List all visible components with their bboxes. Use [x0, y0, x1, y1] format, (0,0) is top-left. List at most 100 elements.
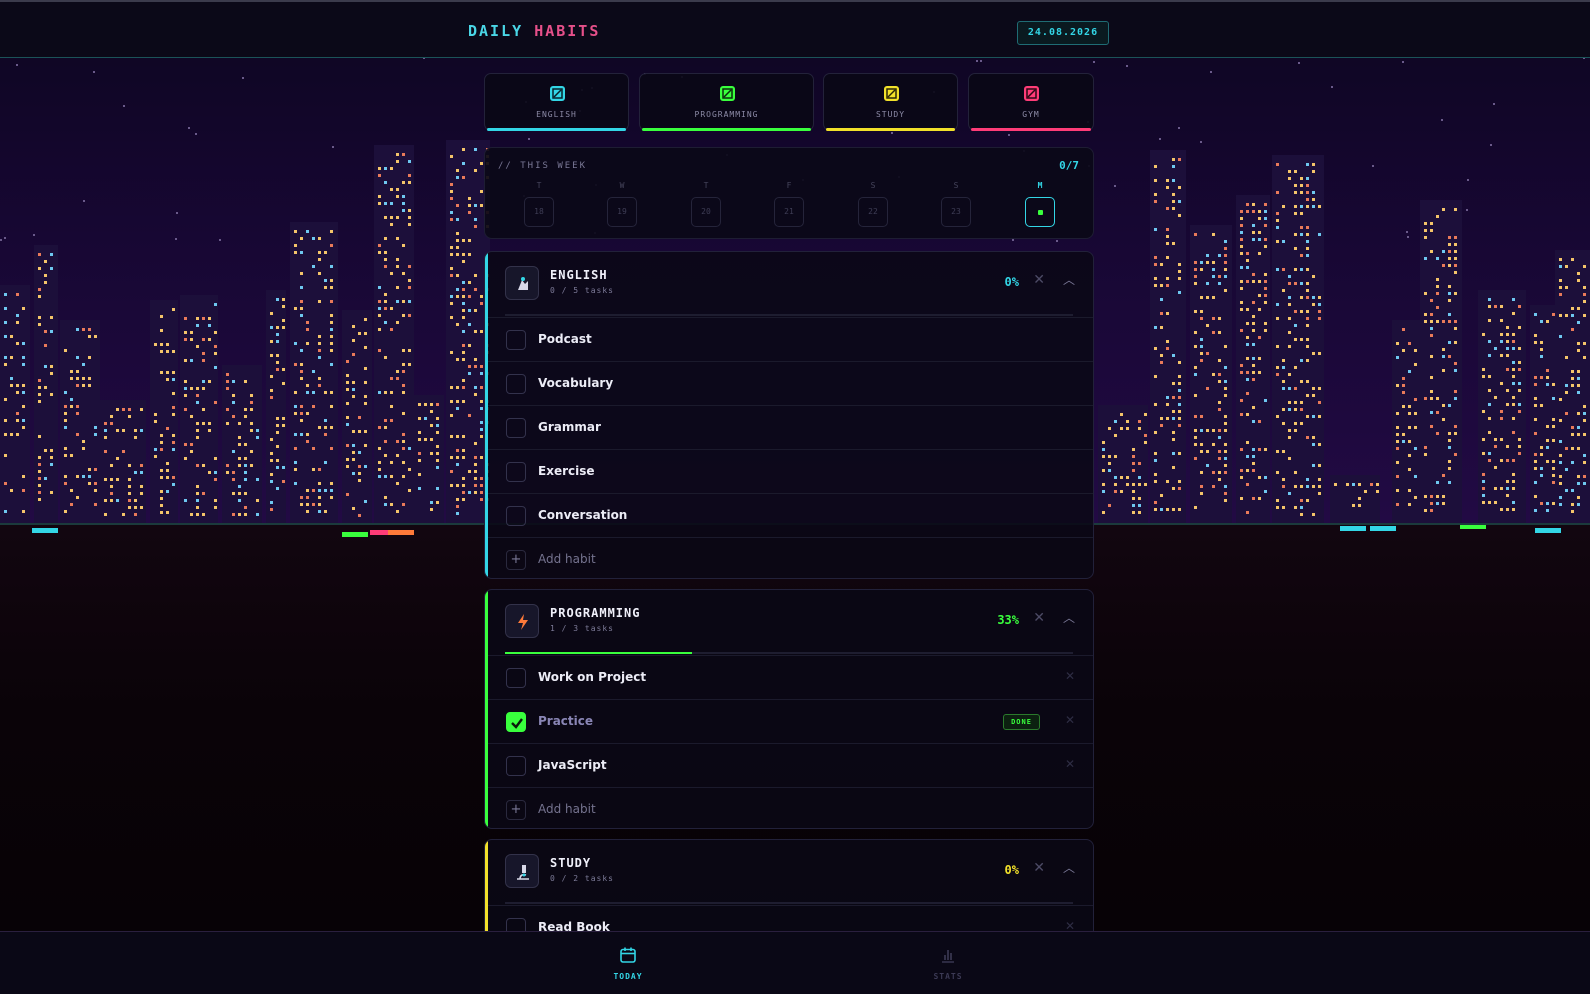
habit-row[interactable]: Work on Project ✕	[488, 655, 1093, 699]
delete-habit-icon[interactable]: ✕	[1065, 713, 1075, 727]
category-tab-study[interactable]: STUDY	[823, 73, 958, 131]
category-label: ENGLISH	[536, 110, 577, 119]
habit-label: Grammar	[538, 420, 601, 434]
delete-habit-icon[interactable]: ✕	[1065, 757, 1075, 771]
habit-row[interactable]: Practice DONE ✕	[488, 699, 1093, 743]
card-task-count: 1 / 3 tasks	[550, 624, 614, 633]
day-date: 22	[858, 197, 888, 227]
day-cell[interactable]: T 18	[524, 181, 554, 227]
nav-label-today: TODAY	[613, 972, 643, 981]
day-letter: M	[1037, 181, 1043, 190]
app-title: DAILY HABITS	[468, 22, 600, 40]
habit-checkbox[interactable]	[506, 668, 526, 688]
microscope-icon	[505, 854, 539, 888]
habit-row[interactable]: JavaScript ✕	[488, 743, 1093, 787]
category-tab-programming[interactable]: PROGRAMMING	[639, 73, 814, 131]
day-letter: T	[536, 181, 542, 190]
day-letter: T	[703, 181, 709, 190]
habit-label: JavaScript	[538, 758, 607, 772]
habit-label: Vocabulary	[538, 376, 614, 390]
habit-checkbox[interactable]	[506, 330, 526, 350]
day-letter: W	[619, 181, 625, 190]
close-icon[interactable]: ✕	[1033, 272, 1045, 288]
date-badge: 24.08.2026	[1017, 21, 1109, 45]
habit-row[interactable]: Grammar	[488, 405, 1093, 449]
plus-icon: +	[506, 800, 526, 820]
nav-tab-today[interactable]: TODAY	[598, 946, 658, 981]
chevron-up-icon[interactable]: ︿	[1063, 271, 1075, 288]
card-percent: 0%	[1004, 863, 1019, 877]
add-habit-row[interactable]: + Add habit	[488, 787, 1093, 828]
today-marker	[1038, 210, 1043, 215]
add-habit-row[interactable]: + Add habit	[488, 537, 1093, 578]
close-icon[interactable]: ✕	[1033, 860, 1045, 876]
chevron-up-icon[interactable]: ︿	[1063, 609, 1075, 626]
day-cell[interactable]: W 19	[607, 181, 637, 227]
add-habit-label: Add habit	[538, 802, 596, 816]
week-count: 0/7	[1059, 159, 1079, 172]
close-icon[interactable]: ✕	[1033, 610, 1045, 626]
habit-label: Work on Project	[538, 670, 647, 684]
category-label: STUDY	[875, 110, 906, 119]
card-header[interactable]: ENGLISH 0 / 5 tasks 0% ✕ ︿	[485, 252, 1093, 312]
card-percent: 33%	[997, 613, 1019, 627]
card-percent: 0%	[1004, 275, 1019, 289]
week-title: // THIS WEEK	[498, 161, 588, 171]
week-overview-card: // THIS WEEK 0/7 T 18 W 19 T 20 F 21 S 2…	[484, 147, 1094, 239]
habit-row[interactable]: Conversation	[488, 493, 1093, 537]
card-header[interactable]: PROGRAMMING 1 / 3 tasks 33% ✕ ︿	[485, 590, 1093, 650]
habit-checkbox[interactable]	[506, 756, 526, 776]
bar-chart-icon	[942, 950, 954, 963]
habit-row[interactable]: Podcast	[488, 317, 1093, 361]
card-title: PROGRAMMING	[550, 606, 641, 620]
day-date: 18	[524, 197, 554, 227]
habit-checkbox[interactable]	[506, 462, 526, 482]
app-header: DAILY HABITS 24.08.2026	[0, 0, 1590, 58]
habit-checkbox[interactable]	[506, 506, 526, 526]
day-cell[interactable]: T 20	[691, 181, 721, 227]
card-title: ENGLISH	[550, 268, 608, 282]
add-habit-label: Add habit	[538, 552, 596, 566]
category-underline	[487, 128, 626, 131]
card-task-count: 0 / 2 tasks	[550, 874, 614, 883]
card-progress-track	[505, 902, 1073, 904]
day-cell[interactable]: S 23	[941, 181, 971, 227]
habit-card-english: ENGLISH 0 / 5 tasks 0% ✕ ︿ Podcast Vocab…	[484, 251, 1094, 579]
card-header[interactable]: STUDY 0 / 2 tasks 0% ✕ ︿	[485, 840, 1093, 900]
habit-row[interactable]: Exercise	[488, 449, 1093, 493]
calendar-icon	[620, 947, 636, 963]
chevron-up-icon[interactable]: ︿	[1063, 859, 1075, 876]
habit-label: Practice	[538, 714, 594, 728]
day-cell[interactable]: F 21	[774, 181, 804, 227]
app-title-part2: HABITS	[534, 22, 601, 40]
app-title-part1: DAILY	[468, 22, 524, 40]
day-letter: S	[870, 181, 876, 190]
nav-label-stats: STATS	[933, 972, 963, 981]
habit-label: Conversation	[538, 508, 628, 522]
day-date: 21	[774, 197, 804, 227]
delete-habit-icon[interactable]: ✕	[1065, 669, 1075, 683]
done-badge: DONE	[1003, 714, 1040, 730]
bottom-navigation: TODAY STATS	[0, 931, 1590, 994]
category-edit-icon	[549, 86, 565, 101]
habit-label: Podcast	[538, 332, 592, 346]
category-edit-icon	[883, 86, 899, 101]
day-date: 20	[691, 197, 721, 227]
category-edit-icon	[719, 86, 735, 101]
habit-label: Exercise	[538, 464, 595, 478]
habit-row[interactable]: Vocabulary	[488, 361, 1093, 405]
lightning-icon	[505, 604, 539, 638]
category-underline	[971, 128, 1091, 131]
day-date: 19	[607, 197, 637, 227]
day-letter: S	[953, 181, 959, 190]
day-cell[interactable]: S 22	[858, 181, 888, 227]
category-tab-gym[interactable]: GYM	[968, 73, 1094, 131]
category-label: PROGRAMMING	[694, 110, 759, 119]
category-tab-english[interactable]: ENGLISH	[484, 73, 629, 131]
habit-checkbox[interactable]	[506, 374, 526, 394]
day-cell-today[interactable]: M	[1025, 181, 1055, 227]
habit-checkbox[interactable]	[506, 418, 526, 438]
nav-tab-stats[interactable]: STATS	[918, 946, 978, 981]
habit-checkbox-checked[interactable]	[506, 712, 526, 732]
category-underline	[826, 128, 955, 131]
